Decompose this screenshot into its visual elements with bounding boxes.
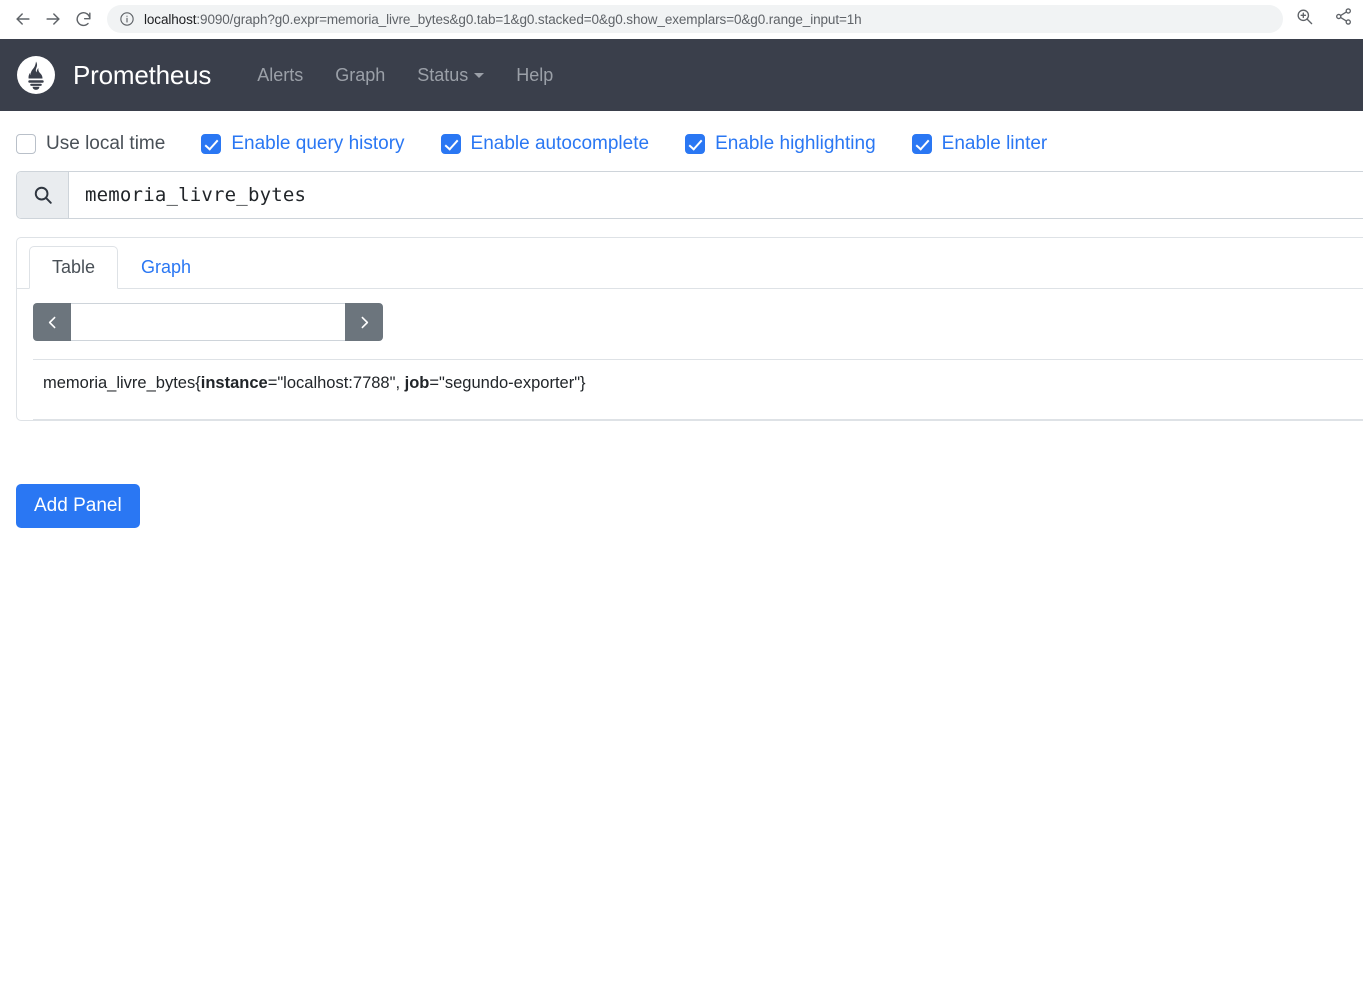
result-label-name: instance — [200, 374, 268, 392]
option-enable-autocomplete[interactable]: Enable autocomplete — [440, 133, 650, 155]
share-icon[interactable] — [1334, 7, 1353, 31]
url-text: localhost:9090/graph?g0.expr=memoria_liv… — [144, 12, 862, 27]
panel-tabs-bar: Table Graph Loa — [17, 238, 1363, 289]
evaluation-time-group — [33, 303, 383, 341]
option-enable-highlighting[interactable]: Enable highlighting — [685, 133, 876, 155]
prometheus-logo-icon — [16, 55, 56, 95]
result-metric-name: memoria_livre_bytes{ — [43, 374, 201, 392]
omnibox-actions — [1295, 7, 1353, 31]
page-content: Use local time Enable query history Enab… — [0, 111, 1363, 528]
option-label: Enable linter — [941, 133, 1048, 154]
nav-links: Alerts Graph Status Help — [241, 57, 569, 94]
nav-link-help[interactable]: Help — [500, 57, 569, 94]
option-label: Enable highlighting — [715, 133, 876, 154]
chevron-right-icon[interactable] — [345, 303, 383, 341]
checkbox-enable-query-history[interactable] — [201, 134, 222, 154]
checkbox-enable-linter[interactable] — [911, 134, 932, 154]
checkbox-enable-highlighting[interactable] — [685, 134, 706, 154]
table-row[interactable]: memoria_livre_bytes{instance="localhost:… — [33, 359, 1363, 420]
zoom-in-icon[interactable] — [1295, 7, 1314, 31]
address-bar[interactable]: localhost:9090/graph?g0.expr=memoria_liv… — [107, 5, 1283, 33]
option-use-local-time[interactable]: Use local time — [16, 133, 165, 155]
query-panel: Table Graph Loa memoria_livre_bytes{inst… — [16, 237, 1363, 421]
reload-icon[interactable] — [68, 4, 98, 34]
brand-name: Prometheus — [73, 59, 212, 90]
url-path: :9090/graph?g0.expr=memoria_livre_bytes&… — [196, 11, 862, 27]
result-label-value: ="segundo-exporter"} — [429, 374, 586, 392]
option-label: Enable autocomplete — [470, 133, 650, 154]
add-panel-button[interactable]: Add Panel — [16, 484, 140, 528]
back-icon[interactable] — [8, 4, 38, 34]
tab-graph[interactable]: Graph — [118, 246, 214, 289]
search-icon[interactable] — [17, 172, 69, 218]
nav-link-alerts[interactable]: Alerts — [241, 57, 319, 94]
checkbox-enable-autocomplete[interactable] — [440, 134, 461, 154]
query-input-group: memoria_livre_bytes — [16, 171, 1363, 219]
brand[interactable]: Prometheus — [16, 55, 211, 95]
tab-table[interactable]: Table — [29, 246, 119, 289]
option-enable-query-history[interactable]: Enable query history — [201, 133, 405, 155]
option-label: Enable query history — [231, 133, 405, 154]
query-options-row: Use local time Enable query history Enab… — [16, 111, 1347, 171]
nav-link-graph[interactable]: Graph — [319, 57, 401, 94]
url-host: localhost — [144, 11, 197, 27]
panel-body: memoria_livre_bytes{instance="localhost:… — [17, 289, 1363, 420]
app-navbar: Prometheus Alerts Graph Status Help — [0, 39, 1363, 111]
chevron-left-icon[interactable] — [33, 303, 71, 341]
nav-link-status[interactable]: Status — [401, 57, 500, 94]
result-label-value: ="localhost:7788", — [267, 374, 405, 392]
result-label-name: job — [404, 374, 430, 392]
panel-tabs: Table Graph — [29, 245, 214, 289]
evaluation-time-input[interactable] — [71, 303, 345, 341]
option-enable-linter[interactable]: Enable linter — [911, 133, 1048, 155]
forward-icon[interactable] — [38, 4, 68, 34]
option-label: Use local time — [46, 133, 166, 154]
site-info-icon[interactable] — [119, 11, 135, 27]
result-table: memoria_livre_bytes{instance="localhost:… — [33, 359, 1363, 420]
checkbox-use-local-time[interactable] — [16, 134, 36, 154]
query-expression-input[interactable]: memoria_livre_bytes — [69, 172, 1363, 218]
browser-toolbar: localhost:9090/graph?g0.expr=memoria_liv… — [0, 0, 1363, 39]
